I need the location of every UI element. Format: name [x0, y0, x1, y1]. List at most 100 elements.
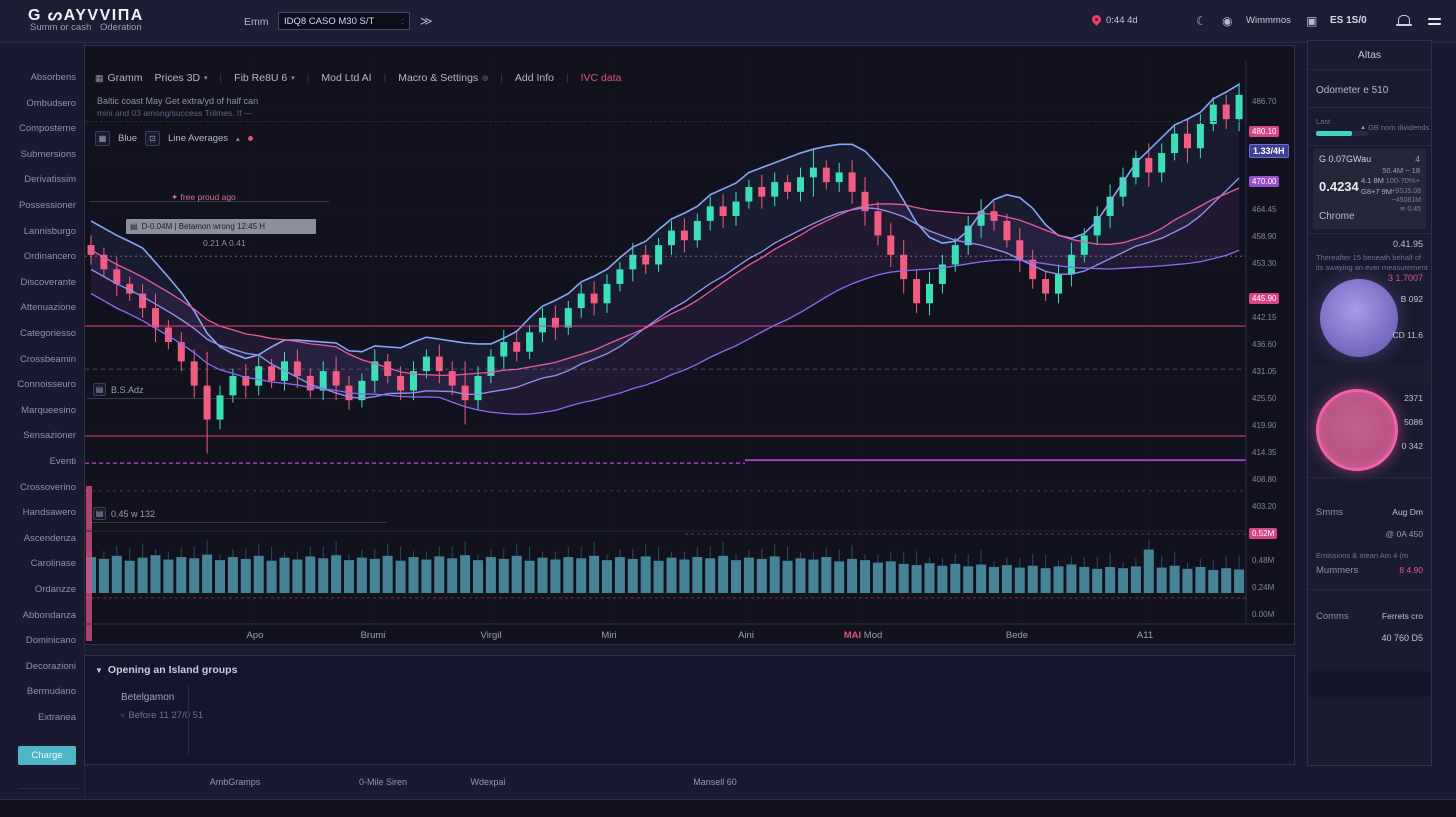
instrument-card[interactable]: G 0.07GWau 4 50.4M − 18 100·70%+ 0.4234 …: [1313, 149, 1426, 229]
time-label[interactable]: Brumi: [361, 630, 386, 641]
time-label-accent: MAI: [844, 630, 864, 641]
price-badge-purple[interactable]: 470.00: [1249, 176, 1279, 187]
sidebar-item[interactable]: Dominicano: [26, 635, 76, 646]
moon-icon[interactable]: ☾: [1196, 14, 1207, 28]
chart-tab[interactable]: Mod Ltd AI: [321, 72, 371, 84]
footer-item[interactable]: 0-Mile Siren: [359, 777, 407, 787]
sidebar-item[interactable]: Absorbens: [31, 72, 76, 83]
time-label[interactable]: Aini: [738, 630, 754, 641]
grid-chip-icon[interactable]: ▦: [95, 131, 110, 146]
sidebar-item[interactable]: Ordanzze: [35, 584, 76, 595]
purple-gauge[interactable]: [1320, 279, 1398, 357]
bottom-panel-header[interactable]: ▼ Opening an Island groups: [95, 664, 237, 676]
nav-item-1[interactable]: Summ or cash: [30, 22, 91, 33]
time-axis[interactable]: Apo Brumi Virgil Miri Aini MAI Mod Bede A11: [85, 624, 1246, 646]
legend-label-1[interactable]: Blue: [118, 133, 137, 144]
legend-label-2[interactable]: Line Averages: [168, 133, 228, 144]
sidebar-item[interactable]: Abbondanza: [23, 610, 76, 621]
footer-item[interactable]: Wdexpai: [470, 777, 505, 787]
chart-tab[interactable]: Prices 3D▾: [155, 72, 208, 84]
footer-item[interactable]: Mansell 60: [693, 777, 737, 787]
gauge1-value2: CD 11.6: [1392, 330, 1423, 340]
time-label[interactable]: Apo: [247, 630, 264, 641]
pane-icon: ▤: [130, 222, 138, 231]
sidebar-item[interactable]: Sensazioner: [23, 430, 76, 441]
symbol-search-input[interactable]: IDQ8 CASO M30 S/T :: [278, 12, 410, 30]
divider: [85, 121, 1246, 122]
box-chip-icon[interactable]: ⊡: [145, 131, 160, 146]
price-badge-pink[interactable]: 445.90: [1249, 293, 1279, 304]
card-footer[interactable]: Chrome: [1319, 211, 1355, 222]
price-label: 436.60: [1252, 340, 1276, 349]
candlestick-chart[interactable]: [85, 46, 1296, 646]
footer-item[interactable]: AmbGramps: [210, 777, 261, 787]
sidebar-item[interactable]: Carolinase: [31, 558, 76, 569]
time-label-text: Bede: [1006, 630, 1028, 641]
sidebar-item[interactable]: Composterne: [19, 123, 76, 134]
user-label[interactable]: Wimmmos: [1246, 15, 1291, 26]
sidebar-item[interactable]: Attenuazione: [21, 302, 76, 313]
time-label[interactable]: Miri: [601, 630, 616, 641]
sidebar-item[interactable]: Bermudano: [27, 686, 76, 697]
sidebar-item[interactable]: Handsawero: [23, 507, 76, 518]
nav-item-2[interactable]: Oderation: [100, 22, 142, 33]
location-pin-icon[interactable]: [1090, 13, 1103, 26]
price-axis[interactable]: 486.70464.45458.90453.30442.15436.60431.…: [1248, 46, 1295, 646]
indicator-legend-1[interactable]: ▤ B.S.Adz: [93, 383, 144, 396]
tab-label: Prices 3D: [155, 72, 201, 84]
chart-tab-accent[interactable]: IVC data: [581, 72, 622, 84]
time-label[interactable]: Virgil: [481, 630, 502, 641]
pink-value: 3 1.7007: [1388, 273, 1423, 283]
bottom-panel-subitem[interactable]: ▫ Before 11 27/0 51: [121, 710, 203, 721]
sidebar-item[interactable]: Derivatissim: [24, 174, 76, 185]
sidebar-action-button[interactable]: Charge: [18, 746, 76, 765]
time-label[interactable]: MAI Mod: [844, 630, 883, 641]
chart-tab[interactable]: ▦Gramm: [95, 72, 143, 84]
card-price: 0.4234: [1319, 179, 1359, 194]
record-icon[interactable]: ◉: [1222, 14, 1232, 28]
hamburger-menu-icon[interactable]: [1428, 18, 1441, 26]
sidebar-item[interactable]: Possessioner: [19, 200, 76, 211]
indicator-legend-2[interactable]: ▤ 0.45 w 132: [93, 507, 155, 520]
time-label[interactable]: Bede: [1006, 630, 1028, 641]
checkbox-icon[interactable]: ▫: [121, 710, 124, 721]
caret-up-icon[interactable]: ▴: [236, 135, 240, 143]
sidebar-item[interactable]: Marqueesino: [21, 405, 76, 416]
top-navbar: G ᔕAYVVIΠA Summ or cash Oderation Emm ID…: [0, 0, 1456, 43]
sidebar-item[interactable]: Crossoverino: [20, 482, 76, 493]
sidebar-item[interactable]: Ordinancero: [24, 251, 76, 262]
chart-tab[interactable]: Fib Re8U 6▾: [234, 72, 295, 84]
panel-section-title[interactable]: Odometer e 510: [1316, 85, 1388, 96]
sidebar-item[interactable]: Decorazioni: [26, 661, 76, 672]
price-label: 464.45: [1252, 205, 1276, 214]
divider: [1308, 107, 1431, 108]
sidebar-item[interactable]: Categoriesso: [20, 328, 76, 339]
bottom-panel-item[interactable]: Betelgamon: [121, 692, 174, 703]
sidebar-item[interactable]: Extranea: [38, 712, 76, 723]
chart-tab[interactable]: Macro & Settings◎: [398, 72, 488, 84]
trading-app: { "icons": { "caret_down": "▾", "caret_u…: [0, 0, 1456, 816]
sidebar-item[interactable]: Ascendenza: [24, 533, 76, 544]
time-label-text: Miri: [601, 630, 616, 641]
price-badge-pink[interactable]: 480.10: [1249, 126, 1279, 137]
sidebar-item[interactable]: Lannisburgo: [24, 226, 76, 237]
sidebar-item[interactable]: Crossbeamin: [20, 354, 76, 365]
sidebar-item[interactable]: Ombudsero: [26, 98, 76, 109]
time-label[interactable]: A11: [1137, 630, 1153, 641]
chart-tab[interactable]: Add Info: [515, 72, 554, 84]
symbol-search-label: Emm: [244, 16, 269, 28]
sidebar-item[interactable]: Discoverante: [21, 277, 76, 288]
pink-gauge[interactable]: [1316, 389, 1398, 471]
sidebar-item[interactable]: Eventi: [50, 456, 76, 467]
price-badge-blue[interactable]: 1.33/4H: [1249, 144, 1289, 158]
sidebar-item[interactable]: Submersions: [21, 149, 76, 160]
bell-icon[interactable]: [1398, 15, 1410, 24]
tab-separator: |: [220, 73, 223, 84]
double-chevron-icon[interactable]: ≫: [420, 14, 433, 28]
row-note: Emissions & mean Am 4 (m: [1316, 551, 1408, 560]
price-label: 453.30: [1252, 259, 1276, 268]
price-badge-pink[interactable]: 0.52M: [1249, 528, 1277, 539]
subitem-label: Before 11 27/0 51: [128, 710, 203, 721]
app-grid-icon[interactable]: ▣: [1306, 14, 1317, 28]
sidebar-item[interactable]: Connoisseuro: [17, 379, 76, 390]
